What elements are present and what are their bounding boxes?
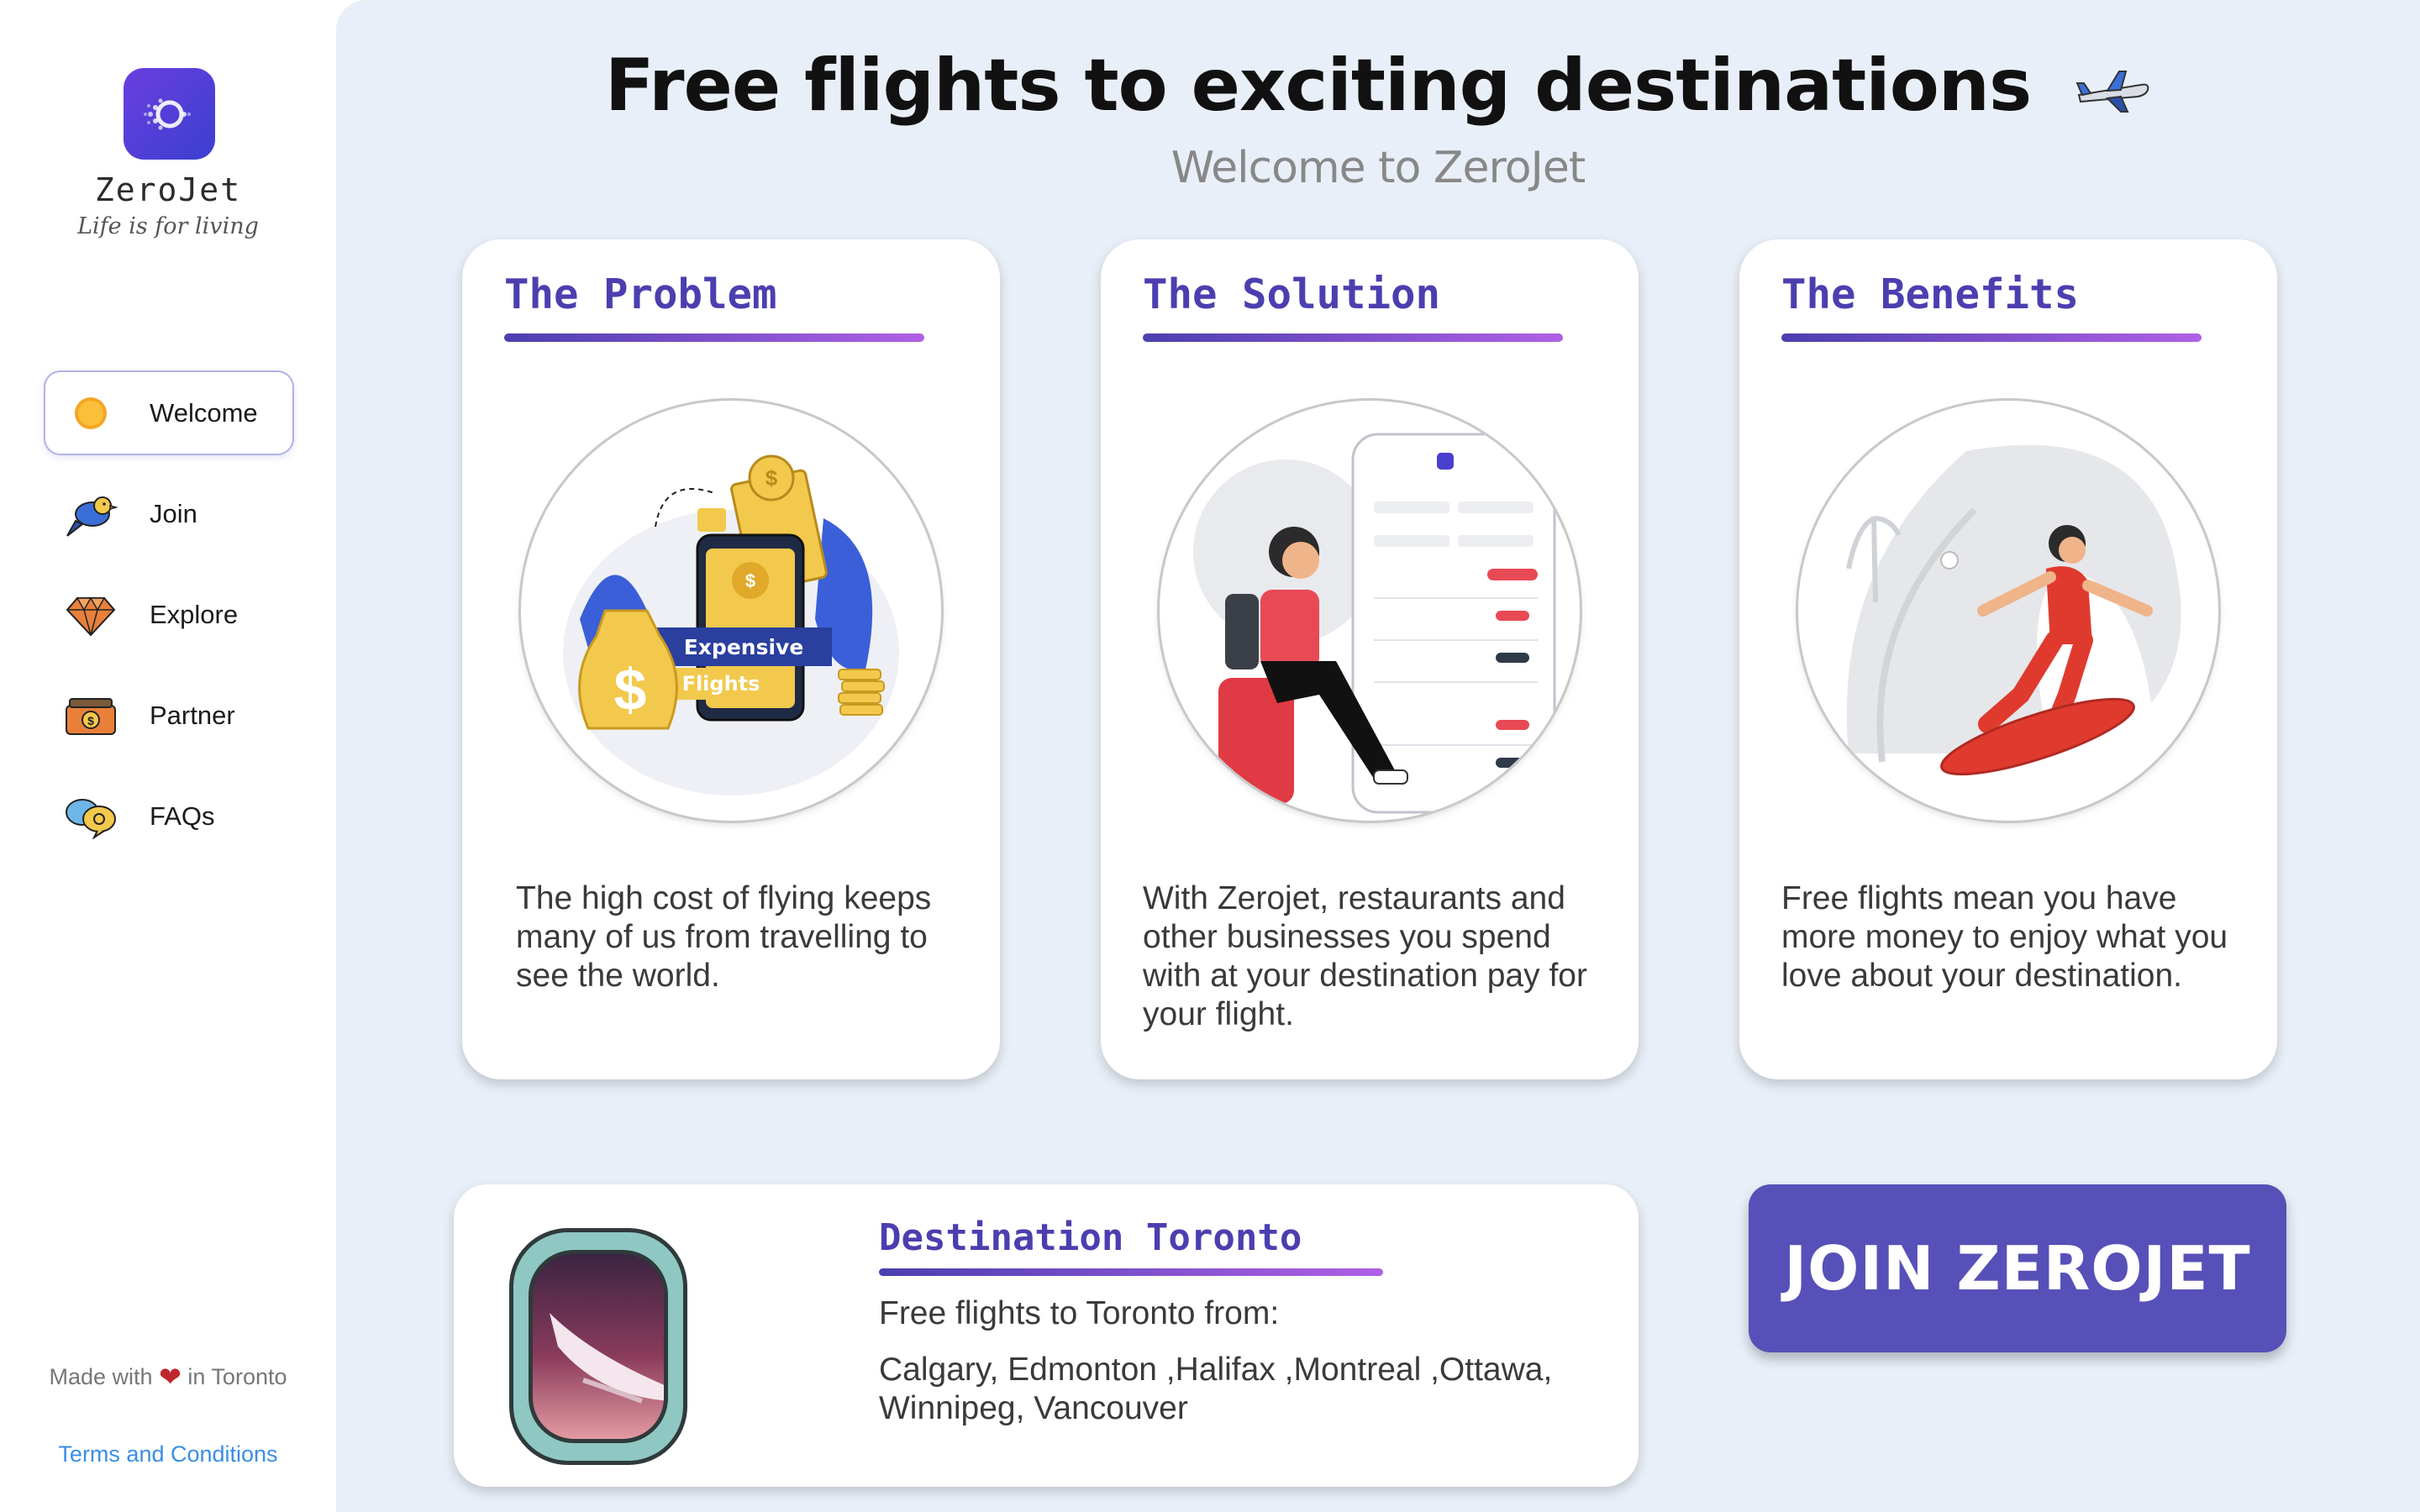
nav-label-explore: Explore bbox=[150, 599, 239, 629]
badge-line2: Flights bbox=[682, 672, 760, 696]
nav-label-faqs: FAQs bbox=[150, 801, 215, 831]
sidebar: ZeroJet Life is for living Welcome Join … bbox=[0, 0, 336, 1512]
card-title: The Solution bbox=[1143, 270, 1441, 318]
destination-title: Destination Toronto bbox=[879, 1216, 1302, 1259]
nav-item-explore[interactable]: Explore bbox=[44, 572, 294, 657]
sun-icon bbox=[64, 386, 118, 440]
svg-text:$: $ bbox=[614, 657, 647, 722]
nav-label-join: Join bbox=[150, 498, 197, 528]
card-underline bbox=[1143, 333, 1563, 342]
card-benefits: The Benefits Free flights mean you have … bbox=[1739, 239, 2277, 1079]
nav-label-welcome: Welcome bbox=[150, 397, 258, 428]
destination-underline bbox=[879, 1268, 1383, 1276]
nav-item-join[interactable]: Join bbox=[44, 471, 294, 556]
card-body: Free flights mean you have more money to… bbox=[1781, 880, 2228, 994]
card-title: The Problem bbox=[504, 270, 777, 318]
chat-bubbles-icon bbox=[64, 790, 118, 843]
bird-icon bbox=[64, 487, 118, 541]
card-underline bbox=[504, 333, 924, 342]
destination-from-label: Free flights to Toronto from: bbox=[879, 1295, 1280, 1331]
brand-name: ZeroJet bbox=[94, 171, 242, 208]
zerojet-logo[interactable] bbox=[124, 68, 215, 160]
solution-illustration bbox=[1160, 401, 1580, 821]
main-content: Free flights to exciting destinations We… bbox=[336, 0, 2420, 1512]
nav-item-welcome[interactable]: Welcome bbox=[44, 370, 294, 455]
page-subtitle: Welcome to ZeroJet bbox=[1171, 143, 1586, 193]
destination-cities: Calgary, Edmonton ,Halifax ,Montreal ,Ot… bbox=[879, 1352, 1553, 1426]
money-icon: $ bbox=[64, 689, 118, 743]
destination-card: Destination Toronto Free flights to Toro… bbox=[454, 1184, 1639, 1487]
made-with-suffix: in Toronto bbox=[187, 1364, 287, 1389]
nav-item-partner[interactable]: $ Partner bbox=[44, 673, 294, 758]
card-body: With Zerojet, restaurants and other busi… bbox=[1143, 880, 1587, 1032]
logo-dots-icon bbox=[143, 98, 191, 129]
brand-tagline: Life is for living bbox=[77, 213, 259, 239]
nav-item-faqs[interactable]: FAQs bbox=[44, 774, 294, 858]
card-problem: The Problem $ $ Expensive Flights $ The … bbox=[462, 239, 1000, 1079]
airplane-window-icon bbox=[509, 1228, 687, 1465]
made-with-prefix: Made with bbox=[49, 1364, 153, 1389]
terms-link[interactable]: Terms and Conditions bbox=[0, 1441, 336, 1467]
made-with-note: Made with ❤ in Toronto bbox=[0, 1361, 336, 1393]
card-body: The high cost of flying keeps many of us… bbox=[516, 880, 932, 994]
card-solution: The Solution With Zerojet, restaurants a… bbox=[1101, 239, 1639, 1079]
nav-label-partner: Partner bbox=[150, 700, 235, 730]
page-title: Free flights to exciting destinations bbox=[336, 44, 2420, 133]
svg-text:$: $ bbox=[87, 714, 94, 727]
problem-illustration: $ $ Expensive Flights $ bbox=[521, 401, 941, 821]
badge-line1: Expensive bbox=[684, 635, 804, 659]
card-underline bbox=[1781, 333, 2202, 342]
sidebar-nav: Welcome Join Explore $ Partner FAQs bbox=[44, 370, 294, 874]
benefits-illustration bbox=[1798, 401, 2218, 821]
airplane-icon bbox=[2074, 49, 2151, 133]
heart-icon: ❤ bbox=[159, 1362, 182, 1392]
join-zerojet-button[interactable]: JOIN ZEROJET bbox=[1749, 1184, 2286, 1352]
card-title: The Benefits bbox=[1781, 270, 2080, 318]
svg-text:$: $ bbox=[765, 465, 778, 491]
page-title-text: Free flights to exciting destinations bbox=[604, 44, 2032, 128]
svg-text:$: $ bbox=[745, 570, 755, 591]
diamond-icon bbox=[64, 588, 118, 642]
